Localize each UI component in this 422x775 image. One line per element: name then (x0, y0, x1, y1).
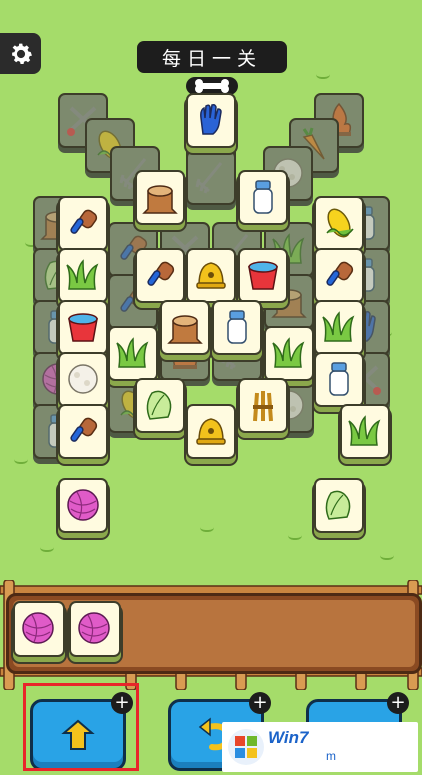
tile-hairbrush[interactable] (58, 404, 108, 459)
cabbage-icon (140, 385, 180, 425)
grass-tuft-decoration (14, 452, 28, 464)
tree-stump-icon (165, 307, 205, 347)
tile-grass[interactable] (58, 248, 108, 303)
grass-tuft-decoration (200, 520, 214, 532)
tile-wheat-bundle[interactable] (238, 378, 288, 433)
plus-badge-icon: + (387, 692, 409, 714)
glove-icon (191, 100, 231, 140)
tile-grass[interactable] (108, 326, 158, 381)
grass-tuft-decoration (380, 548, 394, 560)
tile-fluff[interactable] (58, 352, 108, 407)
tile-tree-stump[interactable] (135, 170, 185, 225)
tile-corn[interactable] (314, 196, 364, 251)
tile-bucket[interactable] (238, 248, 288, 303)
settings-button[interactable] (0, 33, 41, 74)
hairbrush-icon (63, 203, 103, 243)
tile-glove[interactable] (186, 93, 236, 148)
hairbrush-icon (63, 411, 103, 451)
watermark-subtext: m (326, 749, 336, 763)
tile-milk-bottle[interactable] (238, 170, 288, 225)
yarn-ball-icon (63, 485, 103, 525)
tile-grass[interactable] (264, 326, 314, 381)
tile-hairbrush[interactable] (314, 248, 364, 303)
bucket-icon (63, 307, 103, 347)
tile-yarn-ball[interactable] (58, 478, 108, 533)
watermark: Win7 m (222, 722, 418, 772)
tile-milk-bottle[interactable] (212, 300, 262, 355)
grass-icon (113, 333, 153, 373)
grass-tuft-decoration (40, 540, 54, 552)
hairbrush-icon (140, 255, 180, 295)
windows-logo-icon (228, 729, 264, 765)
tile-milk-bottle[interactable] (314, 352, 364, 407)
tile-bell[interactable] (186, 248, 236, 303)
wheat-bundle-icon (243, 385, 283, 425)
fluff-icon (63, 359, 103, 399)
grass-icon (269, 333, 309, 373)
grass-tuft-decoration (316, 67, 330, 79)
grass-icon (319, 307, 359, 347)
tray-item-yarn-ball (13, 601, 65, 657)
hairbrush-icon (319, 255, 359, 295)
tile-grass[interactable] (340, 404, 390, 459)
tile-cabbage[interactable] (314, 478, 364, 533)
grass-icon (63, 255, 103, 295)
tile-hairbrush[interactable] (135, 248, 185, 303)
plus-badge-icon: + (249, 692, 271, 714)
bell-icon (191, 411, 231, 451)
tile-cabbage[interactable] (135, 378, 185, 433)
watermark-text: Win7 (268, 728, 309, 747)
milk-bottle-icon (217, 307, 257, 347)
cabbage-icon (319, 485, 359, 525)
tray-item-yarn-ball (69, 601, 121, 657)
tile-bell[interactable] (186, 404, 236, 459)
tile-tree-stump[interactable] (160, 300, 210, 355)
bell-icon (191, 255, 231, 295)
milk-bottle-icon (243, 177, 283, 217)
bucket-icon (243, 255, 283, 295)
yarn-ball-icon (18, 608, 58, 648)
covered-tile (186, 150, 236, 205)
gear-icon (11, 43, 32, 64)
highlight-box (23, 683, 139, 771)
corn-icon (319, 203, 359, 243)
rake-icon (191, 157, 231, 197)
milk-bottle-icon (319, 359, 359, 399)
level-title: 每日一关 (137, 41, 287, 73)
tile-bucket[interactable] (58, 300, 108, 355)
tile-hairbrush[interactable] (58, 196, 108, 251)
tree-stump-icon (140, 177, 180, 217)
yarn-ball-icon (74, 608, 114, 648)
grass-icon (345, 411, 385, 451)
grass-tuft-decoration (288, 528, 302, 540)
tile-grass[interactable] (314, 300, 364, 355)
